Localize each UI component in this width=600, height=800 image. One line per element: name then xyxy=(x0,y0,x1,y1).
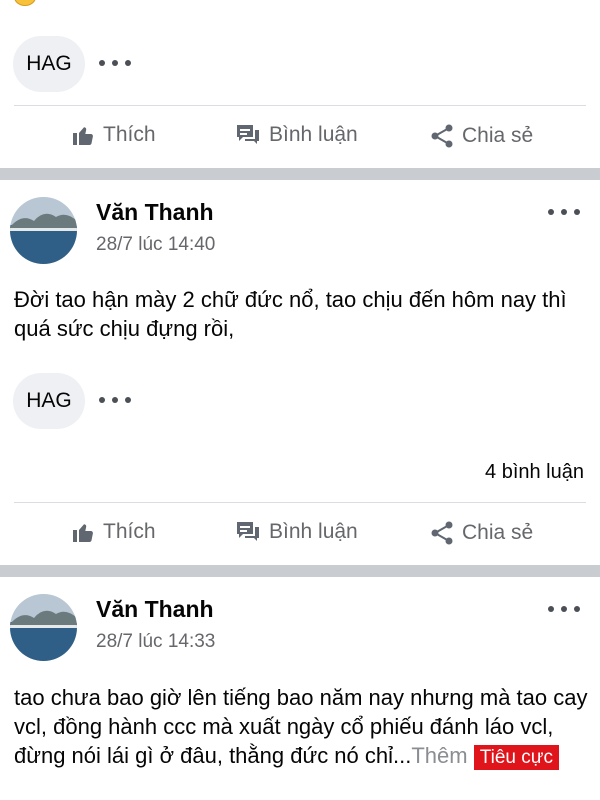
avatar[interactable] xyxy=(10,197,77,264)
reaction-emoji-icon xyxy=(14,0,36,6)
share-button[interactable]: Chia sẻ xyxy=(430,520,533,546)
tag-chip[interactable]: HAG xyxy=(13,373,85,429)
post-text-container: tao chưa bao giờ lên tiếng bao năm nay n… xyxy=(14,683,589,772)
divider xyxy=(14,105,586,106)
share-label: Chia sẻ xyxy=(462,124,534,147)
comment-button[interactable]: Bình luận xyxy=(235,520,358,544)
author-name[interactable]: Văn Thanh xyxy=(96,596,214,623)
post-timestamp[interactable]: 28/7 lúc 14:33 xyxy=(96,631,215,653)
post-text: Đời tao hận mày 2 chữ đức nổ, tao chịu đ… xyxy=(14,287,567,341)
comment-label: Bình luận xyxy=(269,123,358,146)
comment-label: Bình luận xyxy=(269,520,358,543)
more-options-icon[interactable] xyxy=(548,601,580,617)
author-name[interactable]: Văn Thanh xyxy=(96,199,214,226)
sentiment-tag: Tiêu cực xyxy=(473,745,559,770)
share-icon xyxy=(431,521,453,545)
avatar[interactable] xyxy=(10,594,77,661)
divider xyxy=(14,502,586,503)
comment-count[interactable]: 4 bình luận xyxy=(485,461,584,484)
share-button[interactable]: Chia sẻ xyxy=(430,123,533,149)
post-separator xyxy=(0,168,600,180)
like-button[interactable]: Thích xyxy=(71,520,156,544)
share-icon xyxy=(431,124,453,148)
more-options-icon[interactable] xyxy=(99,392,131,408)
more-options-icon[interactable] xyxy=(548,204,580,220)
like-icon xyxy=(73,127,93,145)
more-options-icon[interactable] xyxy=(99,55,131,71)
like-icon xyxy=(73,524,93,542)
share-label: Chia sẻ xyxy=(462,521,534,544)
comment-icon xyxy=(237,522,259,541)
like-label: Thích xyxy=(103,520,156,543)
like-button[interactable]: Thích xyxy=(71,123,156,147)
post-timestamp[interactable]: 28/7 lúc 14:40 xyxy=(96,234,215,256)
tag-chip[interactable]: HAG xyxy=(13,36,85,92)
like-label: Thích xyxy=(103,123,156,146)
comment-button[interactable]: Bình luận xyxy=(235,123,358,147)
avatar-image xyxy=(10,197,77,264)
comment-icon xyxy=(237,125,259,144)
avatar-image xyxy=(10,594,77,661)
post-separator xyxy=(0,565,600,577)
see-more-link[interactable]: Thêm xyxy=(411,743,467,768)
